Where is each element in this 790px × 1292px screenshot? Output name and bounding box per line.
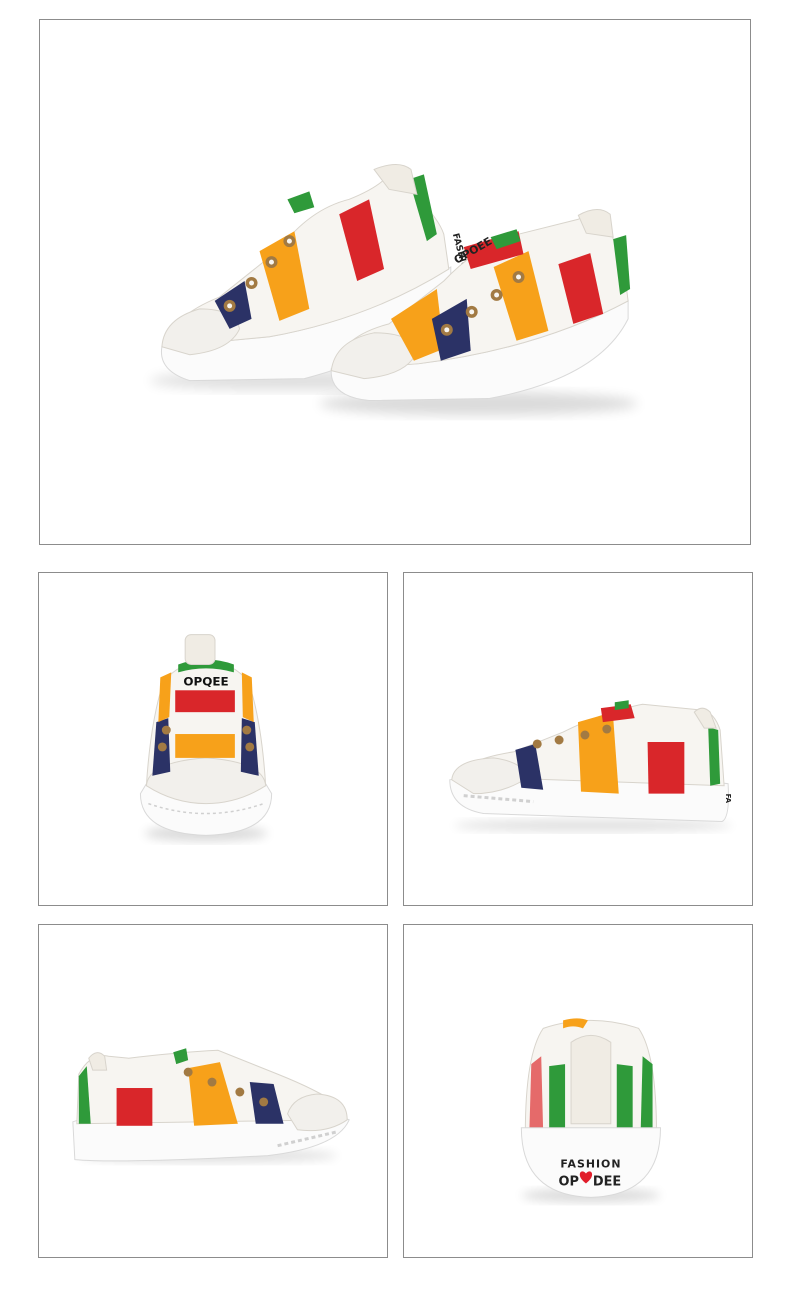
heel-line-op: OP <box>559 1174 579 1189</box>
shoe-inner-side-image <box>72 1048 350 1163</box>
back-view-photo: FASHION OP DEE <box>403 924 753 1258</box>
shoe-back-image: FASHION OP DEE <box>520 1018 662 1203</box>
tongue-label: OPQEE <box>183 674 228 688</box>
heel-label: FA <box>724 794 732 804</box>
heel-line-dee: DEE <box>593 1174 621 1189</box>
heel-line-fashion: FASHION <box>560 1158 621 1171</box>
shoe-pair-image: FASHIO OPOEE <box>149 163 639 416</box>
front-view-photo: OPQEE <box>38 572 388 906</box>
shoe-front-image: OPQEE <box>139 634 273 842</box>
main-product-photo: FASHIO OPOEE <box>39 19 751 545</box>
inner-side-view-photo <box>38 924 388 1258</box>
side-view-photo: FA <box>403 572 753 906</box>
shoe-side-image: FA <box>449 700 732 832</box>
